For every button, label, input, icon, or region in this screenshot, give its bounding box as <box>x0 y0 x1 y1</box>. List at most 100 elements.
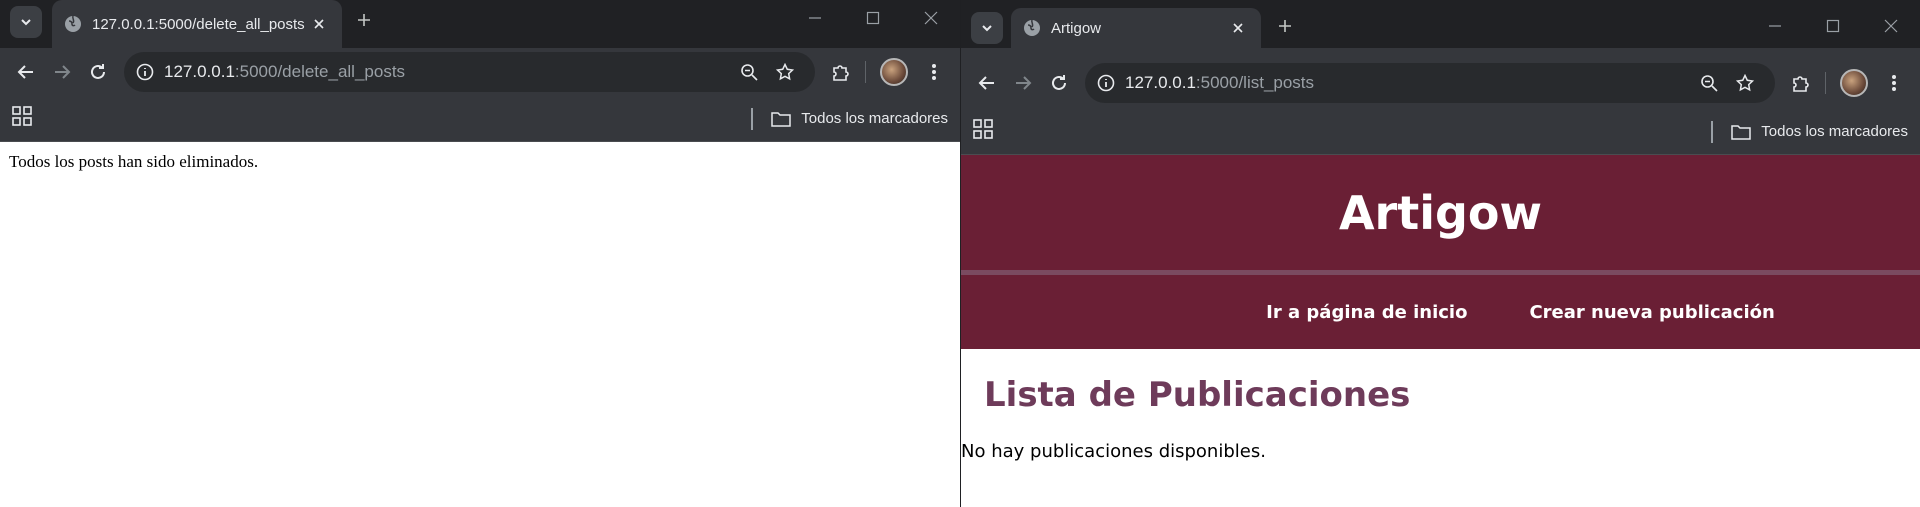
all-bookmarks-button[interactable]: Todos los marcadores <box>1731 123 1908 140</box>
close-icon <box>924 11 938 25</box>
maximize-button[interactable] <box>1804 8 1862 44</box>
apps-button[interactable] <box>12 106 32 131</box>
folder-icon <box>771 111 792 127</box>
url-host: 127.0.0.1 <box>1125 72 1196 92</box>
site-page: Artigow Ir a página de inicio Crear nuev… <box>961 155 1920 462</box>
toolbar-separator <box>1825 71 1826 94</box>
minimize-icon <box>809 17 821 19</box>
bookmarks-separator <box>1711 120 1714 143</box>
chevron-down-icon <box>21 19 31 26</box>
close-icon <box>314 19 324 29</box>
all-bookmarks-button[interactable]: Todos los marcadores <box>771 110 948 127</box>
extensions-button[interactable] <box>1783 65 1819 101</box>
address-bar[interactable]: 127.0.0.1:5000/delete_all_posts <box>124 52 815 92</box>
titlebar: 127.0.0.1:5000/delete_all_posts <box>0 0 960 48</box>
zoom-button[interactable] <box>731 54 767 90</box>
reload-button[interactable] <box>80 54 116 90</box>
tab-title: Artigow <box>1051 19 1102 37</box>
page-content: Todos los posts han sido eliminados. <box>0 142 960 182</box>
nav-link-new-post[interactable]: Crear nueva publicación <box>1529 302 1774 323</box>
tab-search-button[interactable] <box>971 12 1003 44</box>
site-header: Artigow <box>961 155 1920 270</box>
more-vert-icon <box>932 64 936 80</box>
toolbar-separator <box>865 61 866 83</box>
forward-button[interactable] <box>1005 65 1041 101</box>
profile-avatar[interactable] <box>880 58 908 86</box>
site-main: Lista de Publicaciones No hay publicacio… <box>961 349 1920 462</box>
maximize-button[interactable] <box>844 0 902 36</box>
arrow-right-icon <box>55 65 71 79</box>
menu-button[interactable] <box>916 54 952 90</box>
apps-grid-icon <box>973 119 993 139</box>
apps-grid-icon <box>12 106 32 126</box>
tab-title: 127.0.0.1:5000/delete_all_posts <box>92 15 305 33</box>
menu-button[interactable] <box>1876 65 1912 101</box>
globe-icon <box>1024 19 1040 36</box>
site-title: Artigow <box>1338 185 1543 240</box>
folder-icon <box>1731 124 1752 140</box>
site-info-icon[interactable] <box>1097 74 1115 92</box>
bookmarks-bar: Todos los marcadores <box>0 96 960 142</box>
bookmark-star-button[interactable] <box>767 54 803 90</box>
address-bar[interactable]: 127.0.0.1:5000/list_posts <box>1085 62 1775 103</box>
url-text[interactable]: 127.0.0.1:5000/delete_all_posts <box>164 62 731 82</box>
new-tab-button[interactable] <box>348 4 380 36</box>
url-path: :5000/delete_all_posts <box>234 62 406 81</box>
toolbar: 127.0.0.1:5000/list_posts <box>961 48 1920 109</box>
minimize-button[interactable] <box>786 0 844 36</box>
tab-active[interactable]: 127.0.0.1:5000/delete_all_posts <box>52 0 342 48</box>
star-icon <box>1736 73 1754 91</box>
list-title: Lista de Publicaciones <box>984 375 1411 415</box>
url-path: :5000/list_posts <box>1195 72 1315 92</box>
bookmarks-bar: Todos los marcadores <box>961 109 1920 155</box>
window-controls <box>786 0 960 36</box>
globe-icon <box>65 15 81 32</box>
tab-active[interactable]: Artigow <box>1011 8 1261 48</box>
arrow-left-icon <box>17 65 33 79</box>
tab-search-button[interactable] <box>10 6 42 38</box>
toolbar: 127.0.0.1:5000/delete_all_posts <box>0 48 960 96</box>
url-host: 127.0.0.1 <box>164 62 235 81</box>
reload-icon <box>1052 74 1066 90</box>
close-window-button[interactable] <box>902 0 960 36</box>
profile-avatar[interactable] <box>1840 68 1868 97</box>
chevron-down-icon <box>982 25 992 32</box>
reload-button[interactable] <box>1041 65 1077 101</box>
apps-button[interactable] <box>973 119 993 144</box>
puzzle-icon <box>833 65 849 81</box>
close-window-button[interactable] <box>1862 8 1920 44</box>
close-icon <box>1233 23 1243 33</box>
bookmark-star-button[interactable] <box>1727 65 1763 101</box>
extensions-button[interactable] <box>823 54 859 90</box>
back-button[interactable] <box>969 65 1005 101</box>
forward-button[interactable] <box>44 54 80 90</box>
browser-window-left: 127.0.0.1:5000/delete_all_posts 127.0.0.… <box>0 0 960 507</box>
arrow-left-icon <box>978 75 994 90</box>
titlebar: Artigow <box>961 0 1920 48</box>
star-icon <box>776 63 794 81</box>
minimize-button[interactable] <box>1746 8 1804 44</box>
url-text[interactable]: 127.0.0.1:5000/list_posts <box>1125 73 1691 93</box>
puzzle-icon <box>1793 75 1809 92</box>
reload-icon <box>91 64 105 79</box>
site-nav: Ir a página de inicio Crear nueva public… <box>961 275 1920 349</box>
new-tab-button[interactable] <box>1269 10 1301 42</box>
close-icon <box>1884 19 1898 33</box>
nav-link-home[interactable]: Ir a página de inicio <box>1266 302 1467 323</box>
status-message: Todos los posts han sido eliminados. <box>9 152 259 171</box>
site-info-icon[interactable] <box>136 63 154 81</box>
back-button[interactable] <box>8 54 44 90</box>
tab-close-button[interactable] <box>308 13 330 35</box>
all-bookmarks-label: Todos los marcadores <box>801 110 948 127</box>
empty-message: No hay publicaciones disponibles. <box>961 441 1266 462</box>
zoom-button[interactable] <box>1691 65 1727 101</box>
arrow-right-icon <box>1016 75 1032 90</box>
maximize-icon <box>1826 19 1840 33</box>
window-controls <box>1746 8 1920 44</box>
plus-icon <box>358 14 370 26</box>
bookmarks-separator <box>751 107 754 130</box>
all-bookmarks-label: Todos los marcadores <box>1761 123 1908 140</box>
tab-close-button[interactable] <box>1227 17 1249 39</box>
maximize-icon <box>866 11 880 25</box>
zoom-out-icon <box>1701 74 1718 92</box>
